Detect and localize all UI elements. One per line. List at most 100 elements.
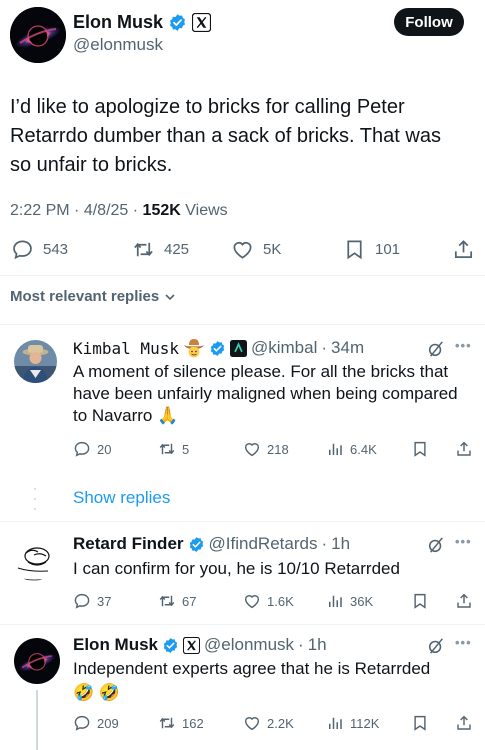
share-icon	[455, 440, 473, 458]
like-button[interactable]: 2.2K	[243, 714, 294, 732]
repost-count: 5	[182, 441, 190, 457]
share-icon	[452, 238, 475, 261]
heart-icon	[243, 440, 261, 458]
comment-bubble-icon	[73, 714, 91, 732]
repost-count: 425	[164, 241, 190, 258]
bookmark-icon	[411, 440, 429, 458]
share-button[interactable]	[455, 440, 473, 458]
repost-button[interactable]: 425	[132, 238, 189, 261]
grok-slash-icon	[427, 340, 445, 358]
more-dots-icon: •••	[455, 635, 472, 650]
reply-button[interactable]: 543	[11, 238, 68, 261]
reply-time[interactable]: 34m	[331, 338, 364, 358]
repost-count: 162	[182, 715, 204, 731]
bar-chart-icon	[326, 714, 344, 732]
reply-avatar[interactable]	[12, 538, 55, 581]
like-count: 2.2K	[267, 715, 294, 731]
reply-header: Kimbal Musk @kimbal · 34m	[73, 338, 364, 358]
reply-actions: 209 162 2.2K 112K	[0, 712, 485, 734]
views-button[interactable]: 36K	[326, 592, 373, 610]
like-button[interactable]: 1.6K	[243, 592, 294, 610]
grok-button[interactable]	[427, 637, 445, 655]
reply-handle[interactable]: @IfindRetards	[209, 534, 318, 554]
bookmark-icon	[411, 592, 429, 610]
reply-text: A moment of silence please. For all the …	[73, 361, 473, 427]
comment-bubble-icon	[73, 440, 91, 458]
bookmark-button[interactable]	[411, 592, 429, 610]
reply-button[interactable]: 20	[73, 440, 111, 458]
heart-icon	[243, 714, 261, 732]
repost-button[interactable]: 162	[158, 714, 204, 732]
reply-time[interactable]: 1h	[331, 534, 350, 554]
views-count: 6.4K	[350, 441, 377, 457]
verified-badge-icon	[188, 536, 205, 553]
reply-text-content: Independent experts agree that he is Ret…	[73, 659, 431, 678]
bar-chart-icon	[326, 440, 344, 458]
author-handle[interactable]: @elonmusk	[73, 35, 163, 55]
reply-author-name[interactable]: Retard Finder	[73, 534, 184, 554]
grok-button[interactable]	[427, 340, 445, 358]
tweet-time[interactable]: 2:22 PM	[10, 202, 70, 219]
views-button[interactable]: 112K	[326, 714, 379, 732]
x-logo-icon	[192, 12, 212, 32]
bar-chart-icon	[326, 592, 344, 610]
share-button[interactable]	[455, 714, 473, 732]
like-button[interactable]: 218	[243, 440, 289, 458]
grok-slash-icon	[427, 637, 445, 655]
reply-author-name[interactable]: Elon Musk	[73, 635, 158, 655]
reply-header: Elon Musk @elonmusk · 1h	[73, 635, 327, 655]
like-count: 5K	[263, 241, 282, 258]
bookmark-count: 101	[375, 241, 401, 258]
meta-separator: ·	[298, 635, 304, 654]
follow-button[interactable]: Follow	[394, 8, 464, 36]
reply-time[interactable]: 1h	[308, 635, 327, 655]
meta-separator: ·	[132, 202, 139, 219]
reply-avatar[interactable]	[14, 340, 57, 383]
like-count: 1.6K	[267, 593, 294, 609]
like-button[interactable]: 5K	[231, 238, 281, 261]
comment-bubble-icon	[73, 592, 91, 610]
reply-button[interactable]: 37	[73, 592, 111, 610]
bookmark-icon	[411, 714, 429, 732]
reply-handle[interactable]: @kimbal	[251, 338, 317, 358]
meta-separator: ·	[321, 338, 328, 357]
share-button[interactable]	[452, 238, 475, 261]
x-logo-icon	[183, 636, 201, 654]
author-name[interactable]: Elon Musk	[73, 12, 163, 33]
more-dots-icon: •••	[455, 534, 472, 549]
author-avatar[interactable]	[10, 7, 66, 63]
more-options-button[interactable]: •••	[455, 534, 472, 549]
thread-dots	[34, 488, 36, 510]
show-replies-link[interactable]: Show replies	[73, 488, 170, 508]
reply-button[interactable]: 209	[73, 714, 119, 732]
more-dots-icon: •••	[455, 338, 472, 353]
bookmark-button[interactable]	[411, 440, 429, 458]
reply-handle[interactable]: @elonmusk	[204, 635, 294, 655]
tweet-actions: 543 425 5K 101	[0, 236, 485, 266]
grok-slash-icon	[427, 536, 445, 554]
replies-sort-dropdown[interactable]: Most relevant replies	[10, 288, 177, 305]
share-button[interactable]	[455, 592, 473, 610]
grok-button[interactable]	[427, 536, 445, 554]
repost-button[interactable]: 5	[158, 440, 189, 458]
praying-hands-emoji: 🙏	[157, 406, 179, 425]
heart-icon	[231, 238, 254, 261]
reply-avatar[interactable]	[14, 638, 60, 684]
repost-count: 67	[182, 593, 197, 609]
bookmark-button[interactable]	[411, 714, 429, 732]
views-button[interactable]: 6.4K	[326, 440, 377, 458]
reply-count: 37	[97, 593, 112, 609]
reply-actions: 20 5 218 6.4K	[0, 438, 485, 460]
more-options-button[interactable]: •••	[455, 338, 472, 353]
repost-button[interactable]: 67	[158, 592, 196, 610]
more-options-button[interactable]: •••	[455, 635, 472, 650]
views-label: Views	[185, 202, 228, 219]
views-count: 36K	[350, 593, 374, 609]
chevron-down-icon	[163, 290, 177, 304]
tweet-date[interactable]: 4/8/25	[84, 202, 128, 219]
bookmark-button[interactable]: 101	[343, 238, 400, 261]
reply-author-name[interactable]: Kimbal Musk	[73, 339, 179, 358]
cowboy-emoji-icon	[183, 338, 205, 358]
like-count: 218	[267, 441, 289, 457]
dark-app-badge-icon	[229, 339, 247, 357]
